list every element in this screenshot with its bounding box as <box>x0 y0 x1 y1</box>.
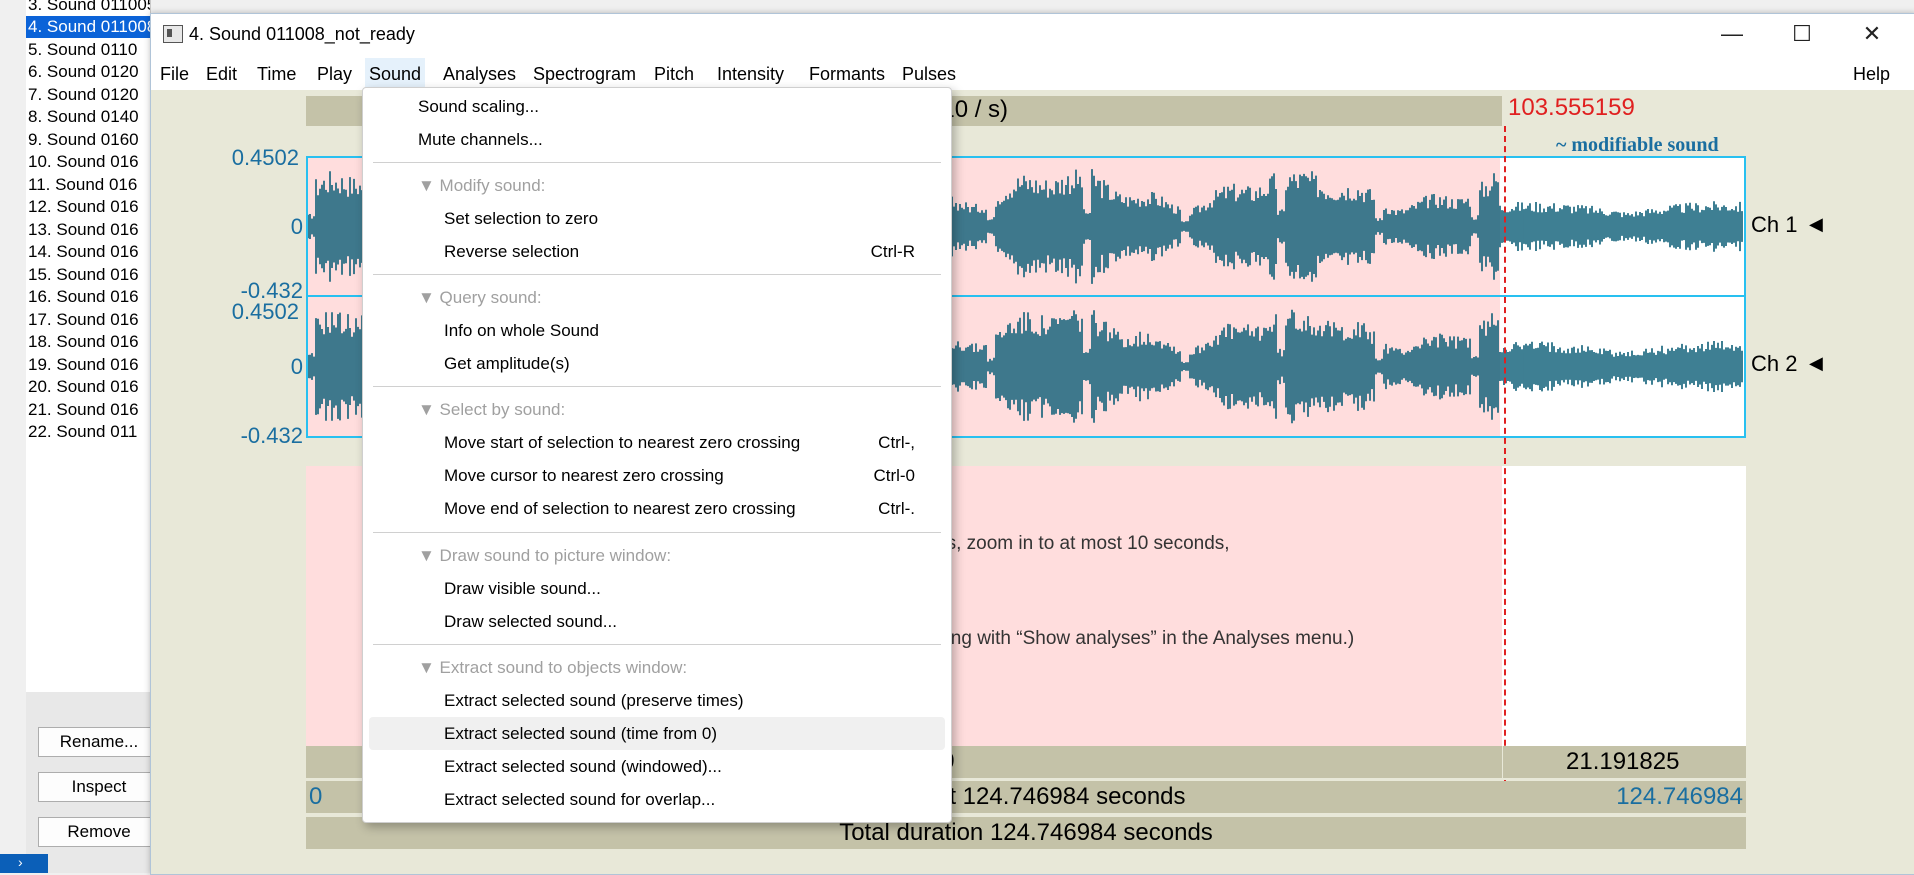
object-list-item[interactable]: 13. Sound 016 <box>28 219 150 241</box>
object-list-item[interactable]: 19. Sound 016 <box>28 354 150 376</box>
menu-item-set-selection-to-zero[interactable]: Set selection to zero <box>363 202 951 235</box>
menu-item-mute-channels[interactable]: Mute channels... <box>363 123 951 156</box>
minimize-button[interactable]: — <box>1697 14 1767 54</box>
sound-menu-dropdown: Sound scaling... Mute channels... ▼ Modi… <box>362 87 952 823</box>
menu-item-extract-windowed[interactable]: Extract selected sound (windowed)... <box>363 750 951 783</box>
object-list-item[interactable]: 20. Sound 016 <box>28 376 150 398</box>
menu-item-get-amplitudes[interactable]: Get amplitude(s) <box>363 347 951 380</box>
ch2-zero-label: 0 <box>290 354 303 379</box>
menu-time[interactable]: Time <box>253 58 300 90</box>
object-list-item[interactable]: 18. Sound 016 <box>28 331 150 353</box>
object-list-item[interactable]: 9. Sound 0160 <box>28 129 150 151</box>
cursor-time-label: 103.555159 <box>1508 94 1635 121</box>
modifiable-sound-label: ~ modifiable sound <box>1556 134 1719 156</box>
object-list-item[interactable]: 3. Sound 011005_not_ready <box>28 0 150 16</box>
menu-separator <box>373 532 941 533</box>
menu-separator <box>373 162 941 163</box>
right-region-duration: 21.191825 <box>1566 748 1680 775</box>
window-app-icon <box>163 25 183 43</box>
unselected-analysis-region <box>1502 466 1746 746</box>
inspect-button[interactable]: Inspect <box>38 772 160 802</box>
menu-pulses[interactable]: Pulses <box>898 58 960 90</box>
menu-file[interactable]: File <box>156 58 193 90</box>
menu-item-extract-for-overlap[interactable]: Extract selected sound for overlap... <box>363 783 951 816</box>
menu-help[interactable]: Help <box>1849 58 1894 90</box>
menu-item-move-cursor-zero-crossing[interactable]: Move cursor to nearest zero crossing Ctrl… <box>363 459 951 492</box>
object-list-item[interactable]: 14. Sound 016 <box>28 241 150 263</box>
visible-part-text: art 124.746984 seconds <box>928 783 1186 810</box>
window-title: 4. Sound 011008_not_ready <box>189 24 415 44</box>
object-list-item[interactable]: 16. Sound 016 <box>28 286 150 308</box>
menu-bar: File Edit Time Play Sound Analyses Spect… <box>151 58 1914 90</box>
menu-item-draw-visible-sound[interactable]: Draw visible sound... <box>363 572 951 605</box>
menu-spectrogram[interactable]: Spectrogram <box>529 58 640 90</box>
taskbar-corner: › <box>0 854 48 873</box>
menu-item-extract-time-from-zero[interactable]: Extract selected sound (time from 0) <box>369 717 945 750</box>
object-list-item[interactable]: 5. Sound 0110 <box>28 39 150 61</box>
total-duration-text: Total duration 124.746984 seconds <box>839 819 1213 846</box>
menu-item-extract-preserve-times[interactable]: Extract selected sound (preserve times) <box>363 684 951 717</box>
menu-item-draw-selected-sound[interactable]: Draw selected sound... <box>363 605 951 638</box>
menu-edit[interactable]: Edit <box>202 58 241 90</box>
menu-play[interactable]: Play <box>313 58 356 90</box>
ch1-zero-label: 0 <box>290 214 303 239</box>
maximize-button[interactable]: ☐ <box>1767 14 1837 54</box>
object-list-item-selected[interactable]: 4. Sound 011008_not_ready <box>26 16 150 38</box>
object-list-item[interactable]: 12. Sound 016 <box>28 196 150 218</box>
menu-header-select-by-sound: ▼ Select by sound: <box>418 400 566 419</box>
analysis-message-line-1: es, zoom in to at most 10 seconds, <box>936 533 1230 554</box>
menu-header-draw-sound: ▼ Draw sound to picture window: <box>418 546 672 565</box>
menu-analyses[interactable]: Analyses <box>439 58 520 90</box>
visible-start-time: 0 <box>309 783 323 810</box>
object-list-item[interactable]: 11. Sound 016 <box>28 174 150 196</box>
menu-formants[interactable]: Formants <box>805 58 889 90</box>
visible-end-time: 124.746984 <box>1616 783 1743 810</box>
menu-header-query-sound: ▼ Query sound: <box>418 288 542 307</box>
ch1-speaker-icon[interactable]: ◀ <box>1809 214 1823 235</box>
objects-window: 3. Sound 011005_not_ready 4. Sound 01100… <box>0 0 160 873</box>
chevron-icon: › <box>18 854 23 870</box>
cursor-line <box>1504 126 1506 786</box>
right-region-bar[interactable]: 21.191825 <box>1503 746 1746 778</box>
menu-separator <box>373 644 941 645</box>
menu-separator <box>373 386 941 387</box>
object-list-item[interactable]: 15. Sound 016 <box>28 264 150 286</box>
menu-item-reverse-selection[interactable]: Reverse selection Ctrl-R <box>363 235 951 268</box>
object-list-item[interactable]: 10. Sound 016 <box>28 151 150 173</box>
rename-button[interactable]: Rename... <box>38 727 160 757</box>
menu-item-sound-scaling[interactable]: Sound scaling... <box>363 90 951 123</box>
menu-intensity[interactable]: Intensity <box>713 58 788 90</box>
ch2-max-label: 0.4502 <box>231 299 299 324</box>
menu-header-modify-sound: ▼ Modify sound: <box>418 176 546 195</box>
ch2-min-label: -0.432 <box>240 423 303 448</box>
menu-pitch[interactable]: Pitch <box>650 58 698 90</box>
object-list-item[interactable]: 6. Sound 0120 <box>28 61 150 83</box>
menu-item-move-start-zero-crossing[interactable]: Move start of selection to nearest zero … <box>363 426 951 459</box>
menu-separator <box>373 274 941 275</box>
analysis-message-line-2: tting with “Show analyses” in the Analys… <box>936 628 1355 649</box>
object-list-item[interactable]: 22. Sound 011 <box>28 421 150 443</box>
menu-item-info-on-whole-sound[interactable]: Info on whole Sound <box>363 314 951 347</box>
ch1-max-label: 0.4502 <box>231 145 299 170</box>
menu-sound[interactable]: Sound <box>365 58 426 90</box>
remove-button[interactable]: Remove <box>38 817 160 847</box>
menu-item-move-end-zero-crossing[interactable]: Move end of selection to nearest zero cr… <box>363 492 951 525</box>
ch1-label: Ch 1 <box>1751 212 1798 237</box>
object-list-item[interactable]: 8. Sound 0140 <box>28 106 150 128</box>
ch2-label: Ch 2 <box>1751 351 1798 376</box>
object-list-item[interactable]: 7. Sound 0120 <box>28 84 150 106</box>
ch2-speaker-icon[interactable]: ◀ <box>1809 353 1823 374</box>
title-bar[interactable]: 4. Sound 011008_not_ready — ☐ ✕ <box>151 14 1914 54</box>
menu-header-extract-sound: ▼ Extract sound to objects window: <box>418 658 688 677</box>
object-list-item[interactable]: 17. Sound 016 <box>28 309 150 331</box>
close-button[interactable]: ✕ <box>1837 14 1907 54</box>
object-list-item[interactable]: 21. Sound 016 <box>28 399 150 421</box>
